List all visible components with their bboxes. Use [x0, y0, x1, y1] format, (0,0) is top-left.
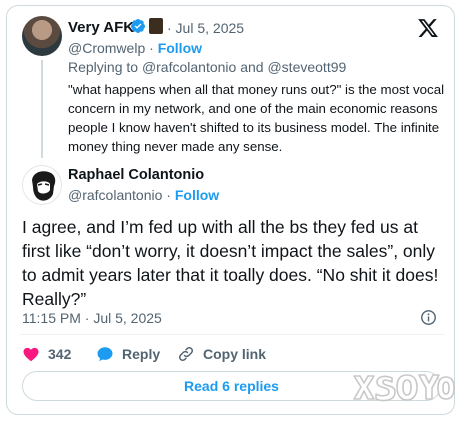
main-tweet-text: I agree, and I’m fed up with all the bs … — [22, 217, 439, 309]
replying-to-and: and — [236, 59, 268, 75]
main-follow-button[interactable]: Follow — [175, 187, 219, 203]
main-author-name[interactable]: Raphael Colantonio — [68, 167, 204, 183]
xsoyo-watermark — [353, 374, 455, 402]
heart-icon — [23, 347, 39, 362]
parent-tweet-text: "what happens when all that money runs o… — [68, 82, 445, 154]
parent-date[interactable]: · Jul 5, 2025 — [167, 20, 244, 36]
copy-link-button[interactable]: Copy link — [177, 345, 266, 363]
like-button[interactable]: 342 — [22, 345, 71, 363]
parent-follow-button[interactable]: Follow — [158, 40, 202, 56]
x-logo-icon[interactable] — [417, 17, 439, 39]
replying-to-handle-1[interactable]: @rafcolantonio — [142, 59, 236, 75]
reply-button[interactable]: Reply — [96, 345, 160, 363]
tweet-timestamp[interactable]: 11:15 PM · Jul 5, 2025 — [22, 310, 162, 326]
separator-dot: · — [166, 187, 175, 203]
separator-dot: · — [149, 40, 158, 56]
parent-avatar[interactable] — [22, 16, 62, 56]
main-avatar[interactable] — [22, 165, 62, 205]
main-handle-row: @rafcolantonio · Follow — [68, 187, 219, 203]
parent-handle[interactable]: @Cromwelp — [68, 40, 145, 56]
main-handle[interactable]: @rafcolantonio — [68, 187, 162, 203]
profile-emoji-icon — [149, 18, 163, 34]
copy-link-label: Copy link — [203, 346, 267, 362]
replying-to-label: Replying to — [68, 59, 142, 75]
link-icon — [178, 346, 194, 362]
parent-handle-row: @Cromwelp · Follow — [68, 40, 202, 56]
reply-label: Reply — [122, 346, 161, 362]
replying-to-handle-2[interactable]: @steveott99 — [267, 59, 346, 75]
divider — [20, 334, 445, 335]
speech-bubble-icon — [97, 347, 113, 362]
parent-author-name[interactable]: Very AFK — [68, 19, 134, 36]
verified-badge-icon — [131, 19, 146, 33]
like-count: 342 — [48, 346, 72, 362]
replying-to-line: Replying to @rafcolantonio and @steveott… — [68, 59, 346, 75]
thread-line — [41, 60, 43, 158]
info-icon[interactable] — [420, 309, 437, 326]
sketch-portrait-icon — [32, 171, 56, 201]
